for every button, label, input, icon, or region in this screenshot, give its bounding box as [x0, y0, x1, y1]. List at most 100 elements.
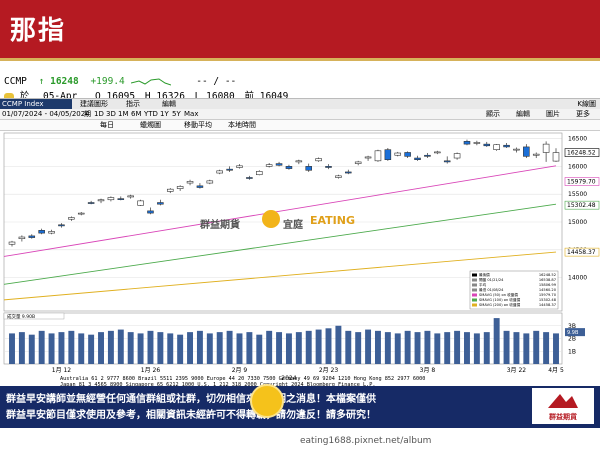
candle-body [552, 152, 560, 162]
brand-box: 群益期貨 [532, 388, 594, 424]
period-5y[interactable]: 5Y [172, 109, 181, 119]
volume-bar [107, 330, 114, 364]
volume-bar [513, 332, 520, 364]
volume-bar [523, 333, 530, 364]
disclaimer-line-1: 群益早安講師並無經營任何通信群組或社群，切勿相信來源不明之消息！本檔案僅供 [6, 394, 376, 405]
candle-body [532, 153, 540, 156]
toolbar-item-suggest[interactable]: 建議圖形 [80, 99, 108, 109]
tool-more[interactable]: 更多 [576, 109, 590, 119]
legend-label: SMAVG (50) on 收盤價 [479, 292, 518, 297]
candle-body [28, 235, 36, 238]
candle-body [463, 141, 471, 145]
period-6m[interactable]: 6M [131, 109, 142, 119]
price-tick-label: 16500 [568, 136, 587, 143]
candle-body [107, 197, 115, 201]
volume-panel: 成交量 9.90B3B2B1B9.9B [3, 312, 585, 365]
legend-swatch [472, 278, 477, 282]
candle-body [8, 241, 16, 245]
candle-body [503, 144, 510, 148]
candle-body [404, 152, 411, 157]
volume-tick-label: 2B [568, 336, 576, 343]
candle-body [345, 171, 352, 174]
page-title: 那指 [10, 16, 67, 46]
tool-show[interactable]: 顯示 [486, 109, 500, 119]
toolbar-item-indicator[interactable]: 指示 [126, 99, 140, 109]
ma200-tag: 14458.37 [567, 249, 596, 256]
sun-logo-icon [262, 210, 280, 228]
disclaimer-line-2: 群益早安節目僅求使用及參考，相關資訊未經許可不得轉載，請勿違反！請多研究！ [6, 410, 376, 421]
price-tick-label: 15000 [568, 219, 587, 226]
volume-bar [553, 333, 559, 364]
volume-bar [543, 332, 550, 364]
legend-value: 14560.20 [539, 288, 557, 292]
candle-body [483, 143, 491, 147]
toolbar-item-edit[interactable]: 編輯 [162, 99, 176, 109]
volume-bar [88, 334, 95, 364]
price-change: +199.4 [90, 76, 125, 87]
candle-body [424, 154, 431, 157]
candle-body [147, 210, 154, 214]
chart-type-label: K線圖 [577, 100, 596, 108]
period-max[interactable]: Max [184, 109, 198, 119]
period-3d[interactable]: 3D [106, 109, 116, 119]
volume-bar [533, 330, 540, 364]
volume-bar [226, 330, 233, 364]
candle-body [176, 186, 184, 189]
toggle-local-time[interactable]: 本地時間 [228, 120, 256, 130]
volume-bar [177, 334, 184, 364]
legend-label: SMAVG (200) on 收盤價 [479, 302, 521, 307]
candle-body [473, 142, 481, 144]
chart-style-select[interactable]: 蠟燭圖 [140, 120, 161, 130]
candle-body [453, 153, 461, 159]
volume-bar [157, 332, 164, 364]
candle-body [443, 160, 451, 163]
candle-body [523, 146, 530, 157]
legend-label: 最低 01/08/24 [479, 287, 504, 292]
tool-edit[interactable]: 編輯 [516, 109, 530, 119]
volume-bar [147, 330, 154, 364]
volume-bar [473, 333, 480, 364]
symbol: CCMP [4, 76, 27, 87]
brand-name: 群益期貨 [549, 413, 577, 421]
period-1m[interactable]: 1M [118, 109, 129, 119]
candle-body [256, 171, 263, 176]
toggle-moving-average[interactable]: 移動平均 [184, 120, 212, 130]
candle-body [384, 149, 392, 160]
legend-swatch [472, 283, 477, 287]
sun-mascot-icon [250, 384, 284, 418]
index-name: CCMP Index [0, 99, 72, 109]
options-toolbar: 每日 蠟燭圖 移動平均 本地時間 [0, 120, 600, 131]
volume-bar [196, 330, 203, 364]
price-chart: 14000145001500015500160001650016248.5215… [0, 131, 600, 386]
volume-bar [256, 334, 263, 364]
date-tick-label: 3月 8 [420, 367, 436, 374]
period-1d[interactable]: 1D [94, 109, 104, 119]
volume-bar [503, 330, 510, 364]
tool-image[interactable]: 圖片 [546, 109, 560, 119]
volume-bar [295, 332, 302, 364]
date-tick-label: 1月 12 [52, 367, 72, 374]
volume-bar [167, 333, 174, 364]
candle-body [58, 224, 65, 227]
period-1y[interactable]: 1Y [160, 109, 169, 119]
freq-select[interactable]: 每日 [100, 120, 114, 130]
candle-body [513, 148, 520, 151]
volume-bar [216, 332, 223, 364]
volume-bar [236, 333, 243, 364]
volume-bar [276, 332, 283, 364]
watermark: eating1688.pixnet.net/album [300, 436, 432, 446]
date-range[interactable]: 01/07/2024 - 04/05/2024 [2, 109, 90, 119]
legend-value: 15979.70 [539, 293, 557, 297]
period-label: 期 [84, 110, 91, 118]
candle-body [157, 202, 164, 205]
volume-bar [424, 330, 431, 364]
period-ytd[interactable]: YTD [144, 109, 158, 119]
candle-body [48, 231, 55, 234]
candle-body [117, 198, 125, 200]
date-tick-label: 3月 22 [507, 367, 527, 374]
candle-body [265, 164, 273, 167]
candle-body [206, 180, 214, 184]
candle-body [87, 202, 95, 204]
candle-body [137, 200, 144, 206]
legend-label: 平均 [479, 282, 487, 287]
